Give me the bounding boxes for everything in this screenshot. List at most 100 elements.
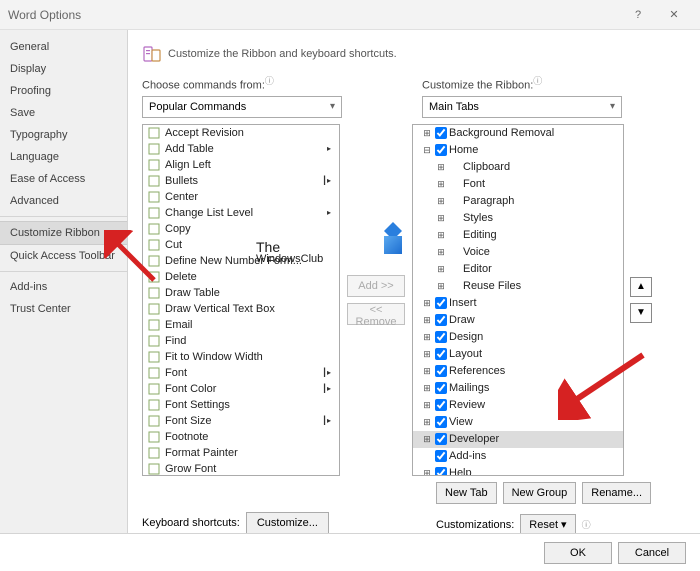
expand-icon[interactable]: ⊞: [435, 179, 447, 190]
new-tab-button[interactable]: New Tab: [436, 482, 497, 504]
command-item[interactable]: Delete: [143, 269, 339, 285]
ok-button[interactable]: OK: [544, 542, 612, 564]
tab-checkbox[interactable]: [435, 433, 447, 445]
tree-node[interactable]: ⊞Review: [413, 397, 623, 414]
reset-button[interactable]: Reset ▾: [520, 514, 575, 533]
command-item[interactable]: Font Settings: [143, 397, 339, 413]
expand-icon[interactable]: ⊞: [421, 128, 433, 139]
sidebar-item[interactable]: Advanced: [0, 190, 127, 212]
tree-node[interactable]: ⊞Insert: [413, 295, 623, 312]
ribbon-filter-combo[interactable]: Main Tabs: [422, 96, 622, 118]
tree-node[interactable]: ⊞View: [413, 414, 623, 431]
sidebar-item[interactable]: Typography: [0, 124, 127, 146]
command-item[interactable]: Draw Table: [143, 285, 339, 301]
tab-checkbox[interactable]: [435, 382, 447, 394]
expand-icon[interactable]: ⊞: [421, 468, 433, 475]
tree-node[interactable]: ⊞Reuse Files: [413, 278, 623, 295]
tab-checkbox[interactable]: [435, 365, 447, 377]
commands-source-combo[interactable]: Popular Commands: [142, 96, 342, 118]
tab-checkbox[interactable]: [435, 331, 447, 343]
expand-icon[interactable]: ⊞: [421, 315, 433, 326]
command-item[interactable]: Add Table▸: [143, 141, 339, 157]
command-item[interactable]: Font Color┃▸: [143, 381, 339, 397]
sidebar-item[interactable]: General: [0, 36, 127, 58]
tab-checkbox[interactable]: [435, 450, 447, 462]
expand-icon[interactable]: ⊞: [421, 332, 433, 343]
add-button[interactable]: Add >>: [347, 275, 405, 297]
expand-icon[interactable]: ⊞: [421, 366, 433, 377]
command-item[interactable]: Center: [143, 189, 339, 205]
tree-node[interactable]: ⊞Font: [413, 176, 623, 193]
command-item[interactable]: Cut: [143, 237, 339, 253]
command-item[interactable]: Draw Vertical Text Box: [143, 301, 339, 317]
tree-node[interactable]: ⊞Editor: [413, 261, 623, 278]
expand-icon[interactable]: ⊞: [421, 434, 433, 445]
tree-node[interactable]: ⊞Developer: [413, 431, 623, 448]
command-item[interactable]: Footnote: [143, 429, 339, 445]
tab-checkbox[interactable]: [435, 348, 447, 360]
tree-node[interactable]: ⊞Editing: [413, 227, 623, 244]
sidebar-item[interactable]: Display: [0, 58, 127, 80]
help-button[interactable]: ?: [620, 0, 656, 30]
tab-checkbox[interactable]: [435, 467, 447, 475]
tree-node[interactable]: ⊞References: [413, 363, 623, 380]
expand-icon[interactable]: ⊞: [421, 298, 433, 309]
expand-icon[interactable]: ⊞: [435, 247, 447, 258]
commands-listbox[interactable]: Accept RevisionAdd Table▸Align LeftBulle…: [142, 124, 340, 476]
info-icon[interactable]: ⓘ: [533, 76, 542, 86]
command-item[interactable]: Font Size┃▸: [143, 413, 339, 429]
tab-checkbox[interactable]: [435, 144, 447, 156]
sidebar-item[interactable]: Proofing: [0, 80, 127, 102]
expand-icon[interactable]: ⊞: [435, 196, 447, 207]
tree-node[interactable]: ⊞Design: [413, 329, 623, 346]
sidebar-item[interactable]: Trust Center: [0, 298, 127, 320]
command-item[interactable]: Fit to Window Width: [143, 349, 339, 365]
tree-node[interactable]: ⊞Layout: [413, 346, 623, 363]
sidebar-item[interactable]: Ease of Access: [0, 168, 127, 190]
tree-node[interactable]: ⊟Home: [413, 142, 623, 159]
info-icon[interactable]: ⓘ: [582, 518, 591, 531]
tree-node[interactable]: ⊞Voice: [413, 244, 623, 261]
command-item[interactable]: Grow Font: [143, 461, 339, 475]
cancel-button[interactable]: Cancel: [618, 542, 686, 564]
command-item[interactable]: Font┃▸: [143, 365, 339, 381]
expand-icon[interactable]: ⊞: [435, 264, 447, 275]
command-item[interactable]: Find: [143, 333, 339, 349]
rename-button[interactable]: Rename...: [582, 482, 651, 504]
expand-icon[interactable]: ⊞: [435, 230, 447, 241]
expand-icon[interactable]: ⊞: [421, 400, 433, 411]
close-button[interactable]: ✕: [656, 0, 692, 30]
expand-icon[interactable]: ⊟: [421, 145, 433, 156]
tree-node[interactable]: ⊞Draw: [413, 312, 623, 329]
tab-checkbox[interactable]: [435, 314, 447, 326]
expand-icon[interactable]: ⊞: [421, 417, 433, 428]
tab-checkbox[interactable]: [435, 127, 447, 139]
tree-node[interactable]: ⊞Mailings: [413, 380, 623, 397]
command-item[interactable]: Copy: [143, 221, 339, 237]
sidebar-item[interactable]: Quick Access Toolbar: [0, 245, 127, 267]
tree-node[interactable]: Add-ins: [413, 448, 623, 465]
move-up-button[interactable]: ▲: [630, 277, 652, 297]
tree-node[interactable]: ⊞Paragraph: [413, 193, 623, 210]
remove-button[interactable]: << Remove: [347, 303, 405, 325]
new-group-button[interactable]: New Group: [503, 482, 577, 504]
command-item[interactable]: Bullets┃▸: [143, 173, 339, 189]
command-item[interactable]: Define New Number Form...: [143, 253, 339, 269]
sidebar-item[interactable]: Language: [0, 146, 127, 168]
command-item[interactable]: Accept Revision: [143, 125, 339, 141]
ribbon-tree[interactable]: ⊞Background Removal⊟Home⊞Clipboard⊞Font⊞…: [412, 124, 624, 476]
tab-checkbox[interactable]: [435, 399, 447, 411]
expand-icon[interactable]: ⊞: [421, 349, 433, 360]
expand-icon[interactable]: ⊞: [435, 213, 447, 224]
command-item[interactable]: Format Painter: [143, 445, 339, 461]
move-down-button[interactable]: ▼: [630, 303, 652, 323]
sidebar-item[interactable]: Save: [0, 102, 127, 124]
tree-node[interactable]: ⊞Styles: [413, 210, 623, 227]
tree-node[interactable]: ⊞Help: [413, 465, 623, 475]
sidebar-item[interactable]: Customize Ribbon: [0, 221, 127, 245]
command-item[interactable]: Change List Level▸: [143, 205, 339, 221]
command-item[interactable]: Align Left: [143, 157, 339, 173]
expand-icon[interactable]: ⊞: [435, 281, 447, 292]
command-item[interactable]: Email: [143, 317, 339, 333]
expand-icon[interactable]: ⊞: [435, 162, 447, 173]
